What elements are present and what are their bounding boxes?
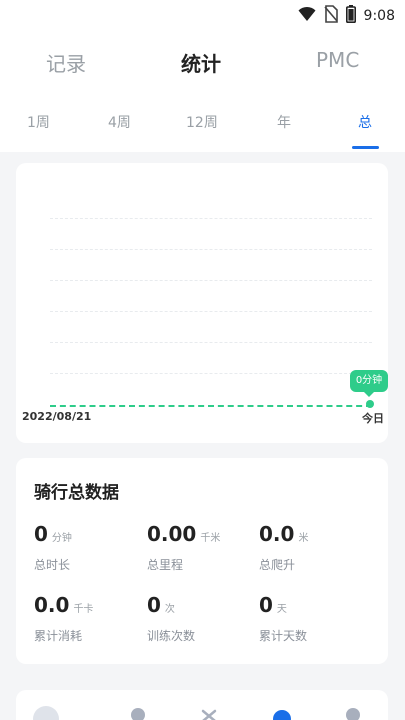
stat-unit: 千米	[200, 533, 221, 544]
stat-value: 0.0	[259, 522, 295, 546]
no-sim-icon	[323, 5, 338, 27]
stat-elevation: 0.0 米	[259, 522, 308, 546]
tab-total[interactable]: 总	[358, 112, 372, 132]
stat-unit: 米	[298, 533, 309, 544]
chart-card	[16, 163, 388, 443]
stat-value: 0	[147, 593, 161, 617]
grid-line	[50, 249, 372, 250]
tab-year[interactable]: 年	[277, 112, 291, 132]
grid-line	[50, 218, 372, 219]
stats-title: 骑行总数据	[34, 483, 119, 503]
person-icon[interactable]	[131, 708, 145, 720]
stat-label: 累计消耗	[34, 629, 83, 643]
data-series-line	[50, 405, 372, 407]
status-bar: 9:08	[0, 0, 405, 32]
grid-line	[50, 373, 372, 374]
stat-unit: 次	[164, 604, 175, 615]
grid-line	[50, 311, 372, 312]
status-icons: 9:08	[298, 5, 395, 27]
stat-label: 累计天数	[259, 629, 308, 643]
active-tab-indicator	[352, 146, 379, 149]
stat-label: 总里程	[147, 558, 184, 572]
stat-unit: 分钟	[51, 533, 72, 544]
stat-unit: 天	[276, 604, 287, 615]
stat-value: 0	[34, 522, 48, 546]
chart-tooltip: 0分钟	[350, 370, 388, 397]
stat-duration: 0 分钟	[34, 522, 72, 546]
stat-label: 训练次数	[147, 629, 196, 643]
status-time: 9:08	[363, 8, 395, 24]
stat-unit: 千卡	[73, 604, 94, 615]
x-axis-start-label: 2022/08/21	[22, 410, 92, 423]
tab-statistics[interactable]: 统计	[181, 48, 221, 77]
data-point	[366, 400, 374, 408]
stat-calories: 0.0 千卡	[34, 593, 93, 617]
profile-icon[interactable]	[346, 708, 360, 720]
grid-line	[50, 280, 372, 281]
tab-pmc[interactable]: PMC	[316, 48, 359, 72]
stat-value: 0	[259, 593, 273, 617]
x-axis-end-label: 今日	[362, 412, 384, 425]
battery-icon	[345, 5, 356, 27]
wifi-icon	[298, 6, 316, 26]
stat-days: 0天	[259, 593, 287, 617]
header: 记录 统计 PMC 1周 4周 12周 年 总	[0, 32, 405, 152]
tab-records[interactable]: 记录	[46, 48, 86, 77]
tab-4-weeks[interactable]: 4周	[108, 112, 131, 132]
stat-distance: 0.00 千米	[147, 522, 220, 546]
tab-1-week[interactable]: 1周	[27, 112, 50, 132]
period-tabs: 1周 4周 12周 年 总	[0, 112, 405, 152]
grid-line	[50, 342, 372, 343]
tools-icon[interactable]	[201, 708, 217, 720]
tab-12-weeks[interactable]: 12周	[186, 112, 218, 132]
stat-value: 0.0	[34, 593, 70, 617]
stat-label: 总爬升	[259, 558, 296, 572]
stat-label: 总时长	[34, 558, 71, 572]
stat-sessions: 0次	[147, 593, 175, 617]
stat-value: 0.00	[147, 522, 197, 546]
